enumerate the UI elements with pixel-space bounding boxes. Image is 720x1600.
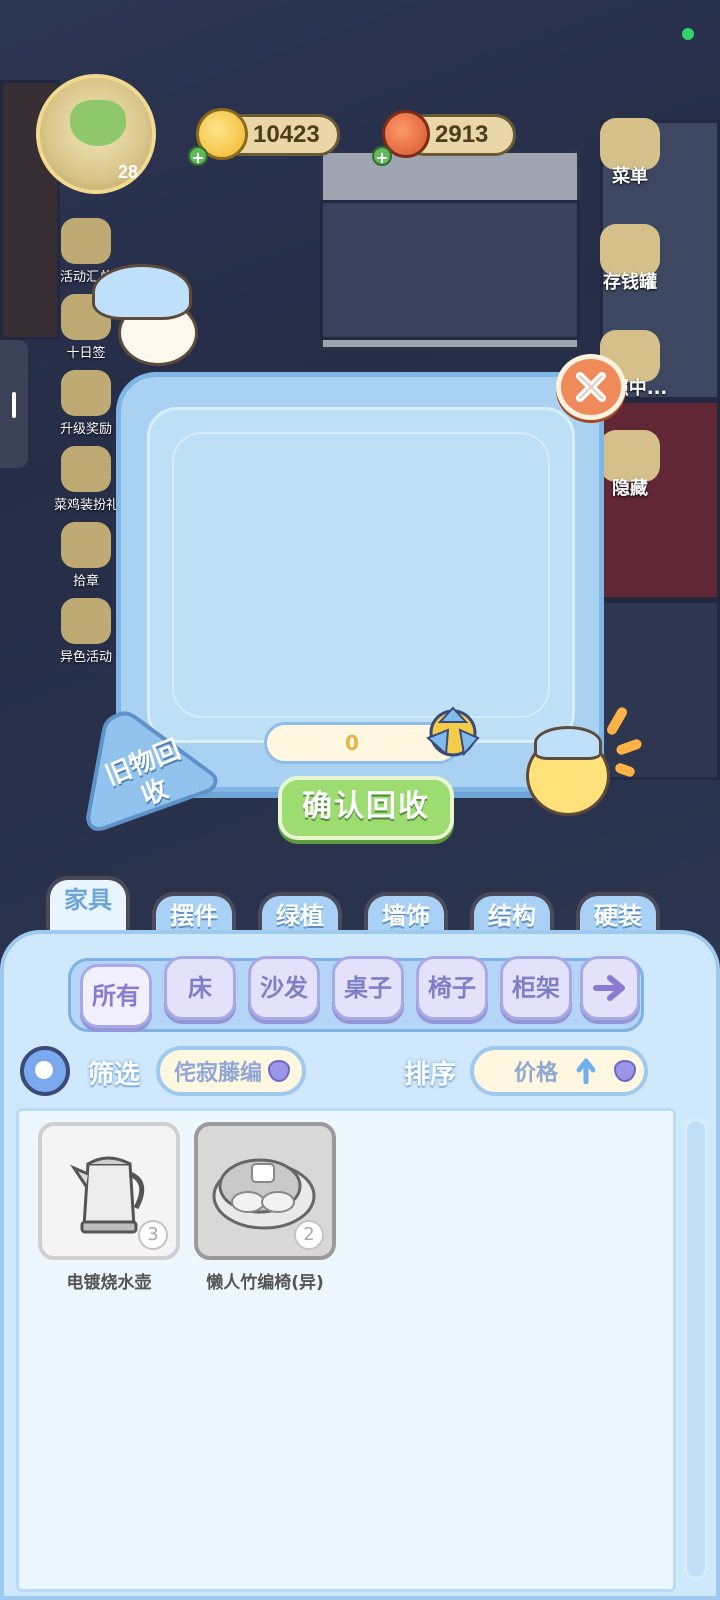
recycle-drop-area[interactable] xyxy=(147,407,575,743)
activity-summary-icon xyxy=(61,218,111,264)
search-button[interactable] xyxy=(20,1046,70,1096)
subtab-cabinet[interactable]: 柜架 xyxy=(500,956,572,1020)
sort-label: 排序 xyxy=(404,1060,457,1090)
list-item[interactable]: 3 电镀烧水壶 xyxy=(38,1122,180,1293)
right-menu-item-piggy-bank[interactable]: 存钱罐 xyxy=(592,224,668,294)
filter-label: 筛选 xyxy=(88,1060,141,1090)
subtab-chair[interactable]: 椅子 xyxy=(416,956,488,1020)
filter-dropdown[interactable]: 侘寂藤编 xyxy=(156,1046,306,1096)
item-name: 懒人竹编椅(异) xyxy=(206,1273,324,1293)
chevron-down-icon xyxy=(268,1060,291,1082)
duck-mascot xyxy=(520,705,643,822)
left-menu-item-level-up-reward[interactable]: 升级奖励 xyxy=(54,370,118,437)
level-up-reward-icon xyxy=(61,370,111,416)
close-button[interactable] xyxy=(556,354,626,420)
close-icon xyxy=(576,372,606,402)
player-level: 28 xyxy=(118,162,139,182)
add-vegetables-button[interactable]: + xyxy=(372,146,392,167)
recycle-tag: 旧物回收 xyxy=(80,710,220,834)
item-name: 电镀烧水壶 xyxy=(66,1273,152,1293)
status-indicator xyxy=(682,28,694,40)
add-coins-button[interactable]: + xyxy=(188,146,208,167)
rainbow-event-icon xyxy=(61,598,111,644)
recycle-icon xyxy=(426,706,480,757)
item-count: 3 xyxy=(138,1220,168,1250)
vegetable-count: 2913 xyxy=(435,121,489,148)
badge-collect-icon xyxy=(61,522,111,568)
subtab-next-button[interactable] xyxy=(580,956,640,1020)
subtab-bed[interactable]: 床 xyxy=(164,956,236,1020)
arrow-right-icon xyxy=(593,975,625,1001)
chick-outfit-icon xyxy=(61,446,111,492)
left-menu-item-chick-outfit[interactable]: 菜鸡装扮礼 xyxy=(54,446,119,513)
recycle-points-value: 0 xyxy=(345,731,359,755)
left-menu-item-badge-collect[interactable]: 拾章 xyxy=(54,522,118,589)
sort-dropdown[interactable]: 价格 xyxy=(470,1046,648,1096)
subtab-all[interactable]: 所有 xyxy=(80,964,152,1028)
sort-value: 价格 xyxy=(514,1061,559,1086)
item-grid-scrollbar[interactable] xyxy=(684,1118,708,1580)
right-menu-item-menu[interactable]: 菜单 xyxy=(592,118,668,188)
item-count: 2 xyxy=(294,1220,324,1250)
subtab-sofa[interactable]: 沙发 xyxy=(248,956,320,1020)
subtab-table[interactable]: 桌子 xyxy=(332,956,404,1020)
list-item[interactable]: 2 懒人竹编椅(异) xyxy=(194,1122,336,1293)
arrow-up-icon xyxy=(576,1058,596,1084)
filter-value: 侘寂藤编 xyxy=(174,1061,263,1086)
clover-icon xyxy=(70,100,126,146)
chevron-down-icon xyxy=(614,1060,637,1082)
side-drawer-handle[interactable] xyxy=(0,340,28,468)
coin-count: 10423 xyxy=(253,121,320,148)
left-menu-item-rainbow-event[interactable]: 异色活动 xyxy=(54,598,118,665)
confirm-recycle-button[interactable]: 确认回收 xyxy=(278,776,454,840)
recycle-mascot xyxy=(88,260,212,370)
